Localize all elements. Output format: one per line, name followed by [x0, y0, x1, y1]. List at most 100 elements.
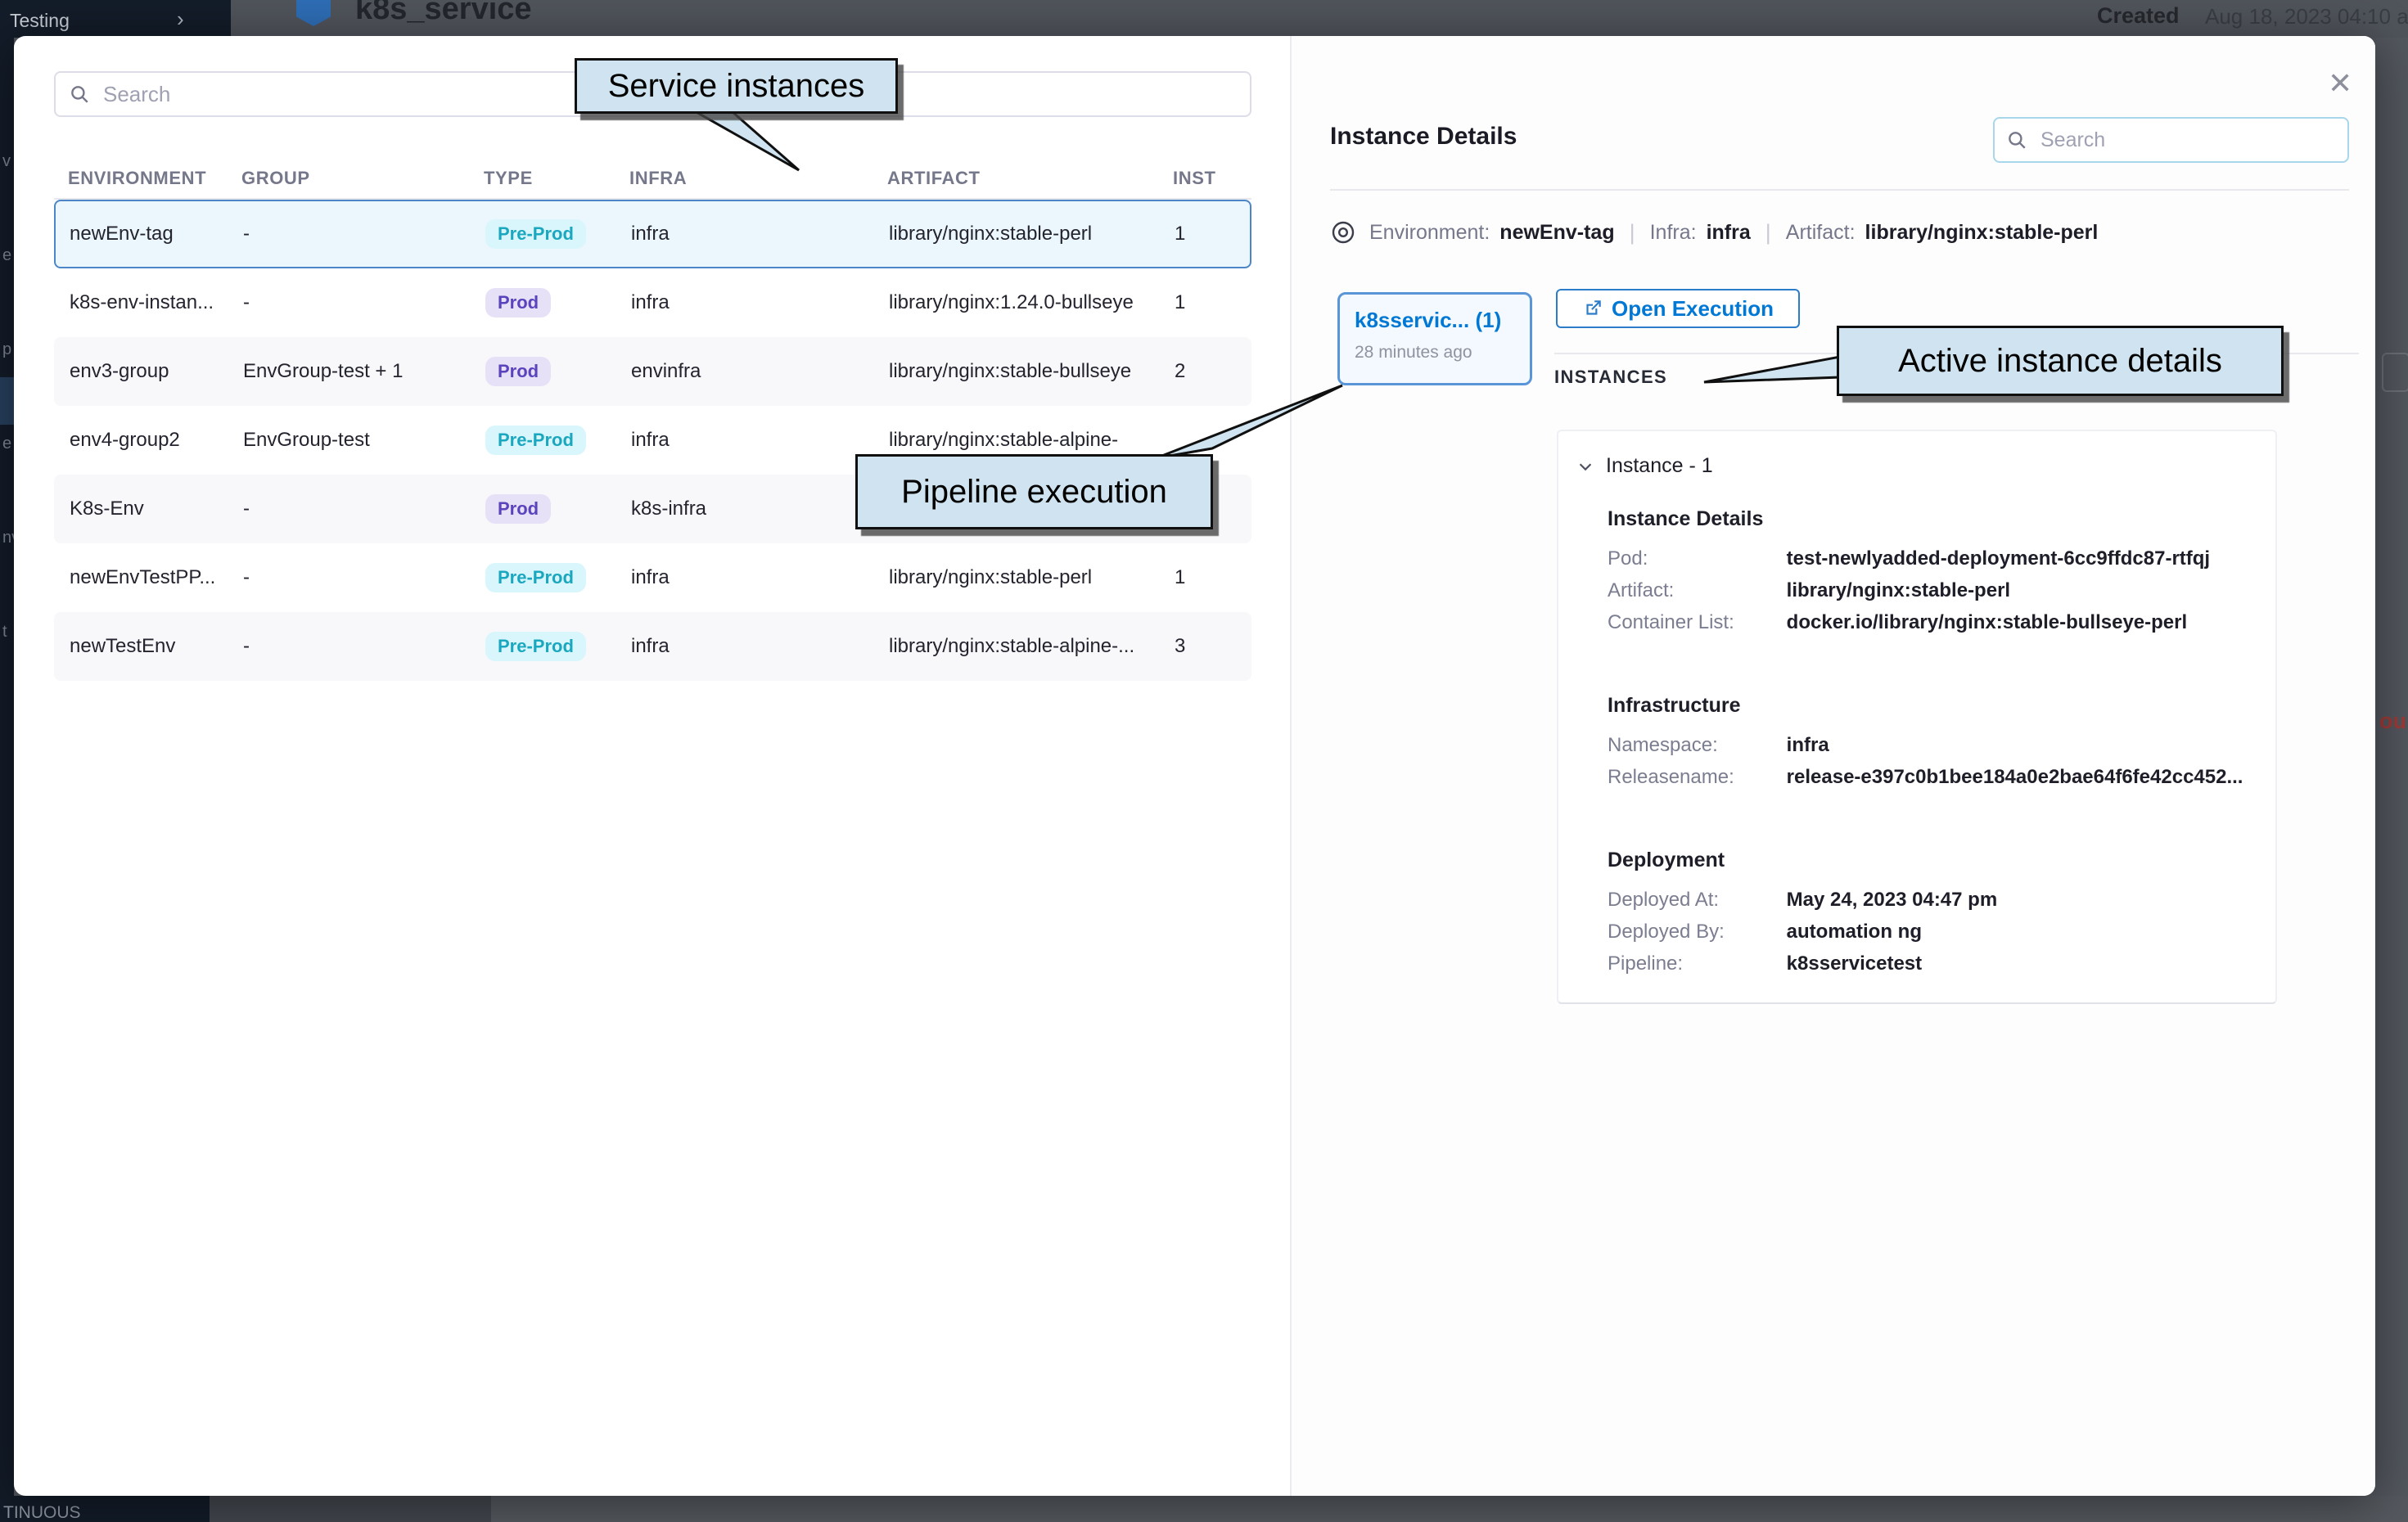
service-title: k8s_service [355, 0, 532, 27]
kv-value: automation ng [1787, 921, 1922, 943]
chevron-down-icon [1576, 457, 1594, 475]
kv-row: Artifact: library/nginx:stable-perl [1608, 574, 2275, 606]
callout-pipeline-execution: Pipeline execution [855, 454, 1213, 529]
detail-section: Deployment Deployed At: May 24, 2023 04:… [1608, 849, 2275, 979]
cell-inst: 1 [1175, 566, 1250, 589]
cell-type: Prod [485, 288, 631, 317]
callout-text: Active instance details [1898, 343, 2222, 380]
created-value: Aug 18, 2023 04:10 am [2205, 4, 2408, 29]
section-rows: Namespace: infra Releasename: release-e3… [1608, 729, 2275, 793]
callout-service-instances: Service instances [575, 58, 898, 114]
cell-infra: infra [631, 429, 889, 452]
close-icon[interactable]: ✕ [2328, 69, 2352, 98]
type-badge: Pre-Prod [485, 426, 586, 455]
instance-search-box[interactable] [1993, 117, 2349, 163]
detail-section: Instance Details Pod: test-newlyadded-de… [1608, 507, 2275, 638]
kv-row: Deployed By: automation ng [1608, 916, 2275, 948]
cell-inst: 1 [1175, 291, 1250, 314]
column-header-group: GROUP [241, 168, 484, 189]
cell-type: Pre-Prod [485, 632, 631, 661]
kv-value: May 24, 2023 04:47 pm [1787, 889, 1998, 911]
kv-label: Pod: [1608, 543, 1781, 574]
kv-value: infra [1787, 734, 1829, 756]
table-header-row: ENVIRONMENTGROUPTYPEINFRAARTIFACTINST [54, 159, 1251, 200]
callout-text: Service instances [608, 68, 864, 105]
table-row[interactable]: newTestEnv - Pre-Prod infra library/ngin… [54, 612, 1251, 681]
artifact-label: Artifact: [1786, 221, 1856, 245]
instance-details-panel: ✕ Instance Details Environment: newEnv-t… [1290, 36, 2375, 1496]
kv-row: Releasename: release-e397c0b1bee184a0e2b… [1608, 761, 2275, 793]
cell-inst: 3 [1175, 635, 1250, 658]
cell-group: EnvGroup-test + 1 [243, 360, 485, 383]
detail-section: Infrastructure Namespace: infra Releasen… [1608, 694, 2275, 793]
cell-artifact: library/nginx:stable-alpine- [889, 429, 1175, 452]
kv-row: Pipeline: k8sservicetest [1608, 948, 2275, 979]
table-row[interactable]: env3-group EnvGroup-test + 1 Prod envinf… [54, 337, 1251, 406]
kv-value: k8sservicetest [1787, 952, 1922, 975]
column-header-environment: ENVIRONMENT [68, 168, 241, 189]
sidebar-rail-highlight [0, 377, 14, 425]
column-header-artifact: ARTIFACT [887, 168, 1173, 189]
table-row[interactable]: newEnvTestPP... - Pre-Prod infra library… [54, 543, 1251, 612]
bottom-bar-fragment: TINUOUS [3, 1503, 81, 1522]
section-title: Infrastructure [1608, 694, 2275, 718]
table-row[interactable]: k8s-env-instan... - Prod infra library/n… [54, 268, 1251, 337]
cell-environment: newEnv-tag [70, 223, 243, 245]
open-execution-button[interactable]: Open Execution [1556, 289, 1800, 328]
cell-group: - [243, 566, 485, 589]
type-badge: Pre-Prod [485, 632, 586, 661]
instance-title: Instance - 1 [1606, 454, 1713, 478]
cell-artifact: library/nginx:stable-alpine-... [889, 635, 1175, 658]
cell-inst: 2 [1175, 360, 1250, 383]
cell-artifact: library/nginx:1.24.0-bullseye [889, 291, 1175, 314]
rail-fragment: nv [2, 529, 14, 547]
kv-label: Artifact: [1608, 574, 1781, 606]
separator: | [1630, 220, 1635, 245]
environment-label: Environment: [1369, 221, 1490, 245]
type-badge: Prod [485, 494, 551, 524]
section-title: Deployment [1608, 849, 2275, 872]
kv-label: Deployed At: [1608, 884, 1781, 916]
kv-row: Pod: test-newlyadded-deployment-6cc9ffdc… [1608, 543, 2275, 574]
pipeline-execution-card[interactable]: k8sservic... (1) 28 minutes ago [1337, 292, 1532, 385]
cell-artifact: library/nginx:stable-perl [889, 223, 1175, 245]
instance-card: Instance - 1 Instance Details Pod: test-… [1557, 430, 2277, 1004]
kv-value: test-newlyadded-deployment-6cc9ffdc87-rt… [1787, 547, 2210, 570]
cell-group: - [243, 635, 485, 658]
type-badge: Pre-Prod [485, 563, 586, 592]
rail-fragment: e [2, 246, 11, 265]
environment-icon [1330, 219, 1356, 245]
cell-type: Prod [485, 357, 631, 386]
instances-label: INSTANCES [1554, 367, 1667, 388]
cell-environment: newTestEnv [70, 635, 243, 658]
table-row[interactable]: newEnv-tag - Pre-Prod infra library/ngin… [54, 200, 1251, 268]
infra-value: infra [1707, 221, 1751, 245]
cell-environment: env4-group2 [70, 429, 243, 452]
callout-active-instance-details: Active instance details [1837, 326, 2284, 396]
dimmed-button-outline [2382, 353, 2408, 392]
rail-fragment: t [2, 623, 7, 642]
sidebar-rail: vepenvt [0, 38, 14, 1496]
sidebar-nav-fragment: Testing [10, 10, 70, 32]
column-header-type: TYPE [484, 168, 629, 189]
bottom-bar-sidebar-segment: TINUOUS [0, 1496, 210, 1522]
cell-environment: K8s-Env [70, 498, 243, 520]
created-label: Created [2097, 3, 2180, 29]
cell-infra: infra [631, 223, 889, 245]
cell-environment: newEnvTestPP... [70, 566, 243, 589]
kv-label: Container List: [1608, 606, 1781, 638]
type-badge: Pre-Prod [485, 219, 586, 249]
background-right-rail: ou [2375, 38, 2408, 1496]
open-execution-label: Open Execution [1612, 296, 1774, 322]
panel-title: Instance Details [1330, 123, 1517, 151]
cell-infra: infra [631, 566, 889, 589]
instance-sections: Instance Details Pod: test-newlyadded-de… [1608, 507, 2275, 979]
service-instances-modal: ENVIRONMENTGROUPTYPEINFRAARTIFACTINST ne… [14, 36, 2375, 1496]
instances-table-panel: ENVIRONMENTGROUPTYPEINFRAARTIFACTINST ne… [14, 36, 1290, 1496]
kv-value: release-e397c0b1bee184a0e2bae64f6fe42cc4… [1787, 766, 2243, 788]
instance-search-input[interactable] [2039, 128, 2336, 153]
instance-expander[interactable]: Instance - 1 [1576, 454, 2275, 478]
rail-fragment: p [2, 340, 11, 359]
environment-value: newEnv-tag [1499, 221, 1614, 245]
type-badge: Prod [485, 288, 551, 317]
